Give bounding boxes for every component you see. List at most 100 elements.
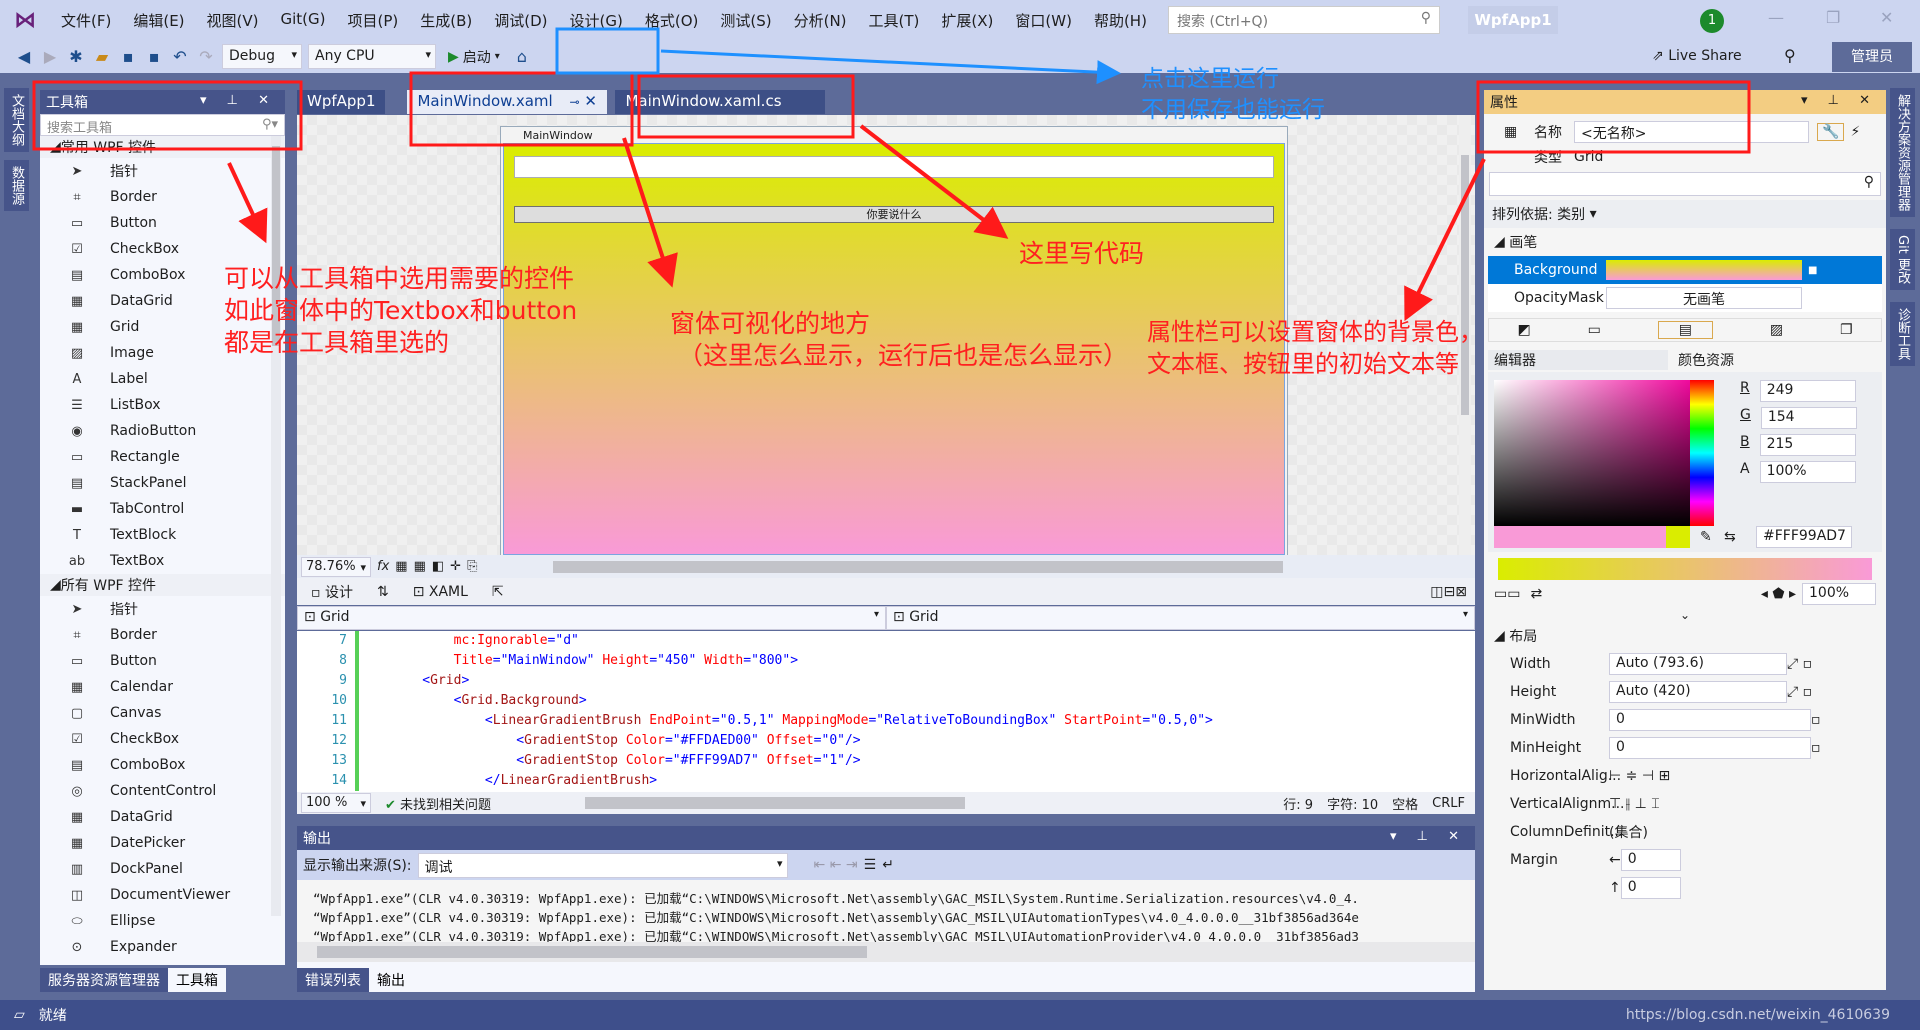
goto-icon[interactable]: ⇤ ⇤ ⇥	[814, 857, 858, 873]
browser-icon[interactable]: ⌂	[512, 47, 532, 66]
eyedropper-icon[interactable]: ✎	[1700, 529, 1712, 545]
hue-slider[interactable]	[1690, 380, 1714, 526]
property-input[interactable]: 0	[1609, 737, 1811, 759]
menu-item[interactable]: 设计(G)	[559, 10, 634, 31]
color-resources-tab[interactable]: 颜色资源	[1668, 350, 1734, 370]
tab-wpfapp1[interactable]: WpfApp1	[297, 90, 386, 114]
clear-all-icon[interactable]: ☰	[864, 857, 877, 873]
code-line[interactable]: 14 </LinearGradientBrush >	[297, 771, 1475, 791]
linear-gradient-icon[interactable]: ▭▭	[1494, 586, 1520, 602]
snap-grid-icon[interactable]: ▦	[414, 559, 426, 574]
tab-mainwindow-xaml[interactable]: MainWindow.xaml ⊸ ✕	[407, 90, 608, 114]
document-outline-tab[interactable]: 文档大纲	[4, 88, 29, 152]
toolbox-item[interactable]: ▦ Calendar	[40, 674, 285, 700]
toolbox-item[interactable]: ☑ CheckBox	[40, 236, 285, 262]
toolbox-item[interactable]: ⌗ Border	[40, 184, 285, 210]
close-tab-icon[interactable]: ✕	[584, 92, 597, 110]
word-wrap-icon[interactable]: ↵	[882, 857, 894, 873]
toolbox-search-input[interactable]: 搜索工具箱 ⚲▾	[40, 114, 285, 136]
line-ending[interactable]: CRLF	[1432, 796, 1465, 811]
git-changes-tab[interactable]: Git 更改	[1890, 229, 1915, 290]
toolbox-scrollbar[interactable]	[271, 136, 281, 916]
name-input[interactable]: <无名称>	[1574, 121, 1809, 143]
notification-badge[interactable]: 1	[1700, 9, 1724, 33]
code-line[interactable]: 11 < LinearGradientBrush EndPoint ="0.5,1"…	[297, 711, 1475, 731]
menu-item[interactable]: 格式(O)	[634, 10, 710, 31]
live-share-button[interactable]: ⇗ Live Share	[1652, 48, 1742, 64]
toolbox-item[interactable]: ▥ DockPanel	[40, 856, 285, 882]
editor-tab[interactable]: 编辑器	[1488, 350, 1668, 370]
brush-group[interactable]: 画笔	[1509, 232, 1537, 252]
menu-item[interactable]: 测试(S)	[709, 10, 782, 31]
green-input[interactable]: 154	[1760, 407, 1857, 429]
blue-input[interactable]: 215	[1759, 434, 1856, 456]
property-input[interactable]: Auto (793.6)	[1609, 653, 1787, 675]
valign-buttons[interactable]: ⊤ ⫲ ⊥ ⌶	[1609, 796, 1660, 812]
toolbox-item[interactable]: ◉ RadioButton	[40, 418, 285, 444]
code-line[interactable]: 10 < Grid.Background >	[297, 691, 1475, 711]
menu-item[interactable]: 生成(B)	[409, 10, 483, 31]
opacity-mask-value[interactable]: 无画笔	[1606, 287, 1802, 309]
red-input[interactable]: 249	[1759, 380, 1856, 402]
menu-item[interactable]: 编辑(E)	[122, 10, 195, 31]
toolbox-item[interactable]: ➤ 指针	[40, 596, 285, 622]
snap-lines-icon[interactable]: ✛	[450, 559, 461, 574]
toolbox-item[interactable]: ▭ Rectangle	[40, 444, 285, 470]
menu-item[interactable]: 视图(V)	[196, 10, 270, 31]
panel-controls-icon[interactable]: ▾ ⊥ ✕	[1801, 93, 1878, 108]
output-text[interactable]: “WpfApp1.exe”(CLR v4.0.30319: WpfApp1.ex…	[297, 880, 1475, 942]
toolbox-item[interactable]: ▭ Button	[40, 210, 285, 236]
panel-controls-icon[interactable]: ▾ ⊥ ✕	[200, 93, 277, 108]
scope-dropdown-left[interactable]: ⊡ Grid ▾	[297, 606, 886, 630]
alpha-input[interactable]: 100%	[1759, 461, 1856, 483]
halign-buttons[interactable]: ⊢ ≑ ⊣ ⊞	[1609, 768, 1670, 784]
property-input[interactable]: Auto (420)	[1609, 681, 1787, 703]
editor-zoom[interactable]: 100 %	[301, 793, 371, 813]
stop-opacity-input[interactable]: 100%	[1802, 583, 1876, 605]
menu-item[interactable]: 文件(F)	[50, 10, 122, 31]
background-swatch[interactable]	[1606, 260, 1802, 280]
layout-group[interactable]: 布局	[1509, 626, 1537, 646]
start-button[interactable]: ▶ 启动 ▾	[442, 44, 506, 70]
hex-input[interactable]: #FFF99AD7	[1756, 526, 1852, 548]
toolbox-item[interactable]: ▤ StackPanel	[40, 470, 285, 496]
gradient-bar[interactable]	[1498, 558, 1872, 580]
forward-icon[interactable]: ▶	[40, 47, 60, 66]
data-sources-tab[interactable]: 数据源	[4, 160, 29, 211]
toolbox-item[interactable]: ◫ DocumentViewer	[40, 882, 285, 908]
menu-item[interactable]: 扩展(X)	[930, 10, 1004, 31]
maximize-button[interactable]: ❐	[1826, 8, 1840, 27]
menu-item[interactable]: 分析(N)	[783, 10, 858, 31]
menu-item[interactable]: 帮助(H)	[1083, 10, 1158, 31]
toolbox-item[interactable]: ☑ CheckBox	[40, 726, 285, 752]
back-icon[interactable]: ◀	[14, 47, 34, 66]
code-line[interactable]: 8 Title ="MainWindow" Height ="450" Width =…	[297, 651, 1475, 671]
popout-icon[interactable]: ⇱	[492, 584, 504, 600]
split-layout-icons[interactable]: ◫⊟⊠	[1430, 584, 1467, 600]
close-window-button[interactable]: ✕	[1880, 8, 1893, 27]
solution-explorer-tab[interactable]: 解决方案资源管理器	[1890, 88, 1915, 217]
menu-item[interactable]: 工具(T)	[858, 10, 931, 31]
toolbox-item[interactable]: ⌗ Border	[40, 622, 285, 648]
tab-error-list[interactable]: 错误列表	[297, 968, 369, 992]
panel-controls-icon[interactable]: ▾ ⊥ ✕	[1390, 829, 1467, 844]
redo-icon[interactable]: ↷	[196, 47, 216, 66]
coldef-value[interactable]: (集合)	[1609, 822, 1648, 842]
code-editor[interactable]: 7 mc:Ignorable ="d" 8 Title ="MainWindow" H…	[297, 631, 1475, 792]
code-line[interactable]: 9 < Grid >	[297, 671, 1475, 691]
output-hscrollbar[interactable]	[297, 942, 1475, 962]
textbox-preview[interactable]	[514, 156, 1274, 178]
open-icon[interactable]: ▰	[92, 47, 112, 66]
toolbox-item[interactable]: ▤ ComboBox	[40, 752, 285, 778]
margin-top-input[interactable]: 0	[1620, 877, 1681, 899]
expand-chevron-icon[interactable]: ⌄	[1484, 608, 1886, 622]
stop-nav-icon[interactable]: ◂ ⬟ ▸	[1761, 586, 1796, 602]
button-preview[interactable]: 你要说什么	[514, 206, 1274, 223]
menu-item[interactable]: Git(G)	[270, 10, 337, 31]
property-marker-icon[interactable]: ⤢ ▫	[1787, 684, 1812, 700]
background-property[interactable]: Background ■	[1488, 256, 1882, 284]
wrench-icon[interactable]: 🔧	[1817, 123, 1845, 141]
toolbox-group-header[interactable]: ◢ 所有 WPF 控件	[40, 574, 285, 596]
tab-mainwindow-xaml-cs[interactable]: MainWindow.xaml.cs	[615, 90, 826, 114]
menu-item[interactable]: 窗口(W)	[1004, 10, 1083, 31]
